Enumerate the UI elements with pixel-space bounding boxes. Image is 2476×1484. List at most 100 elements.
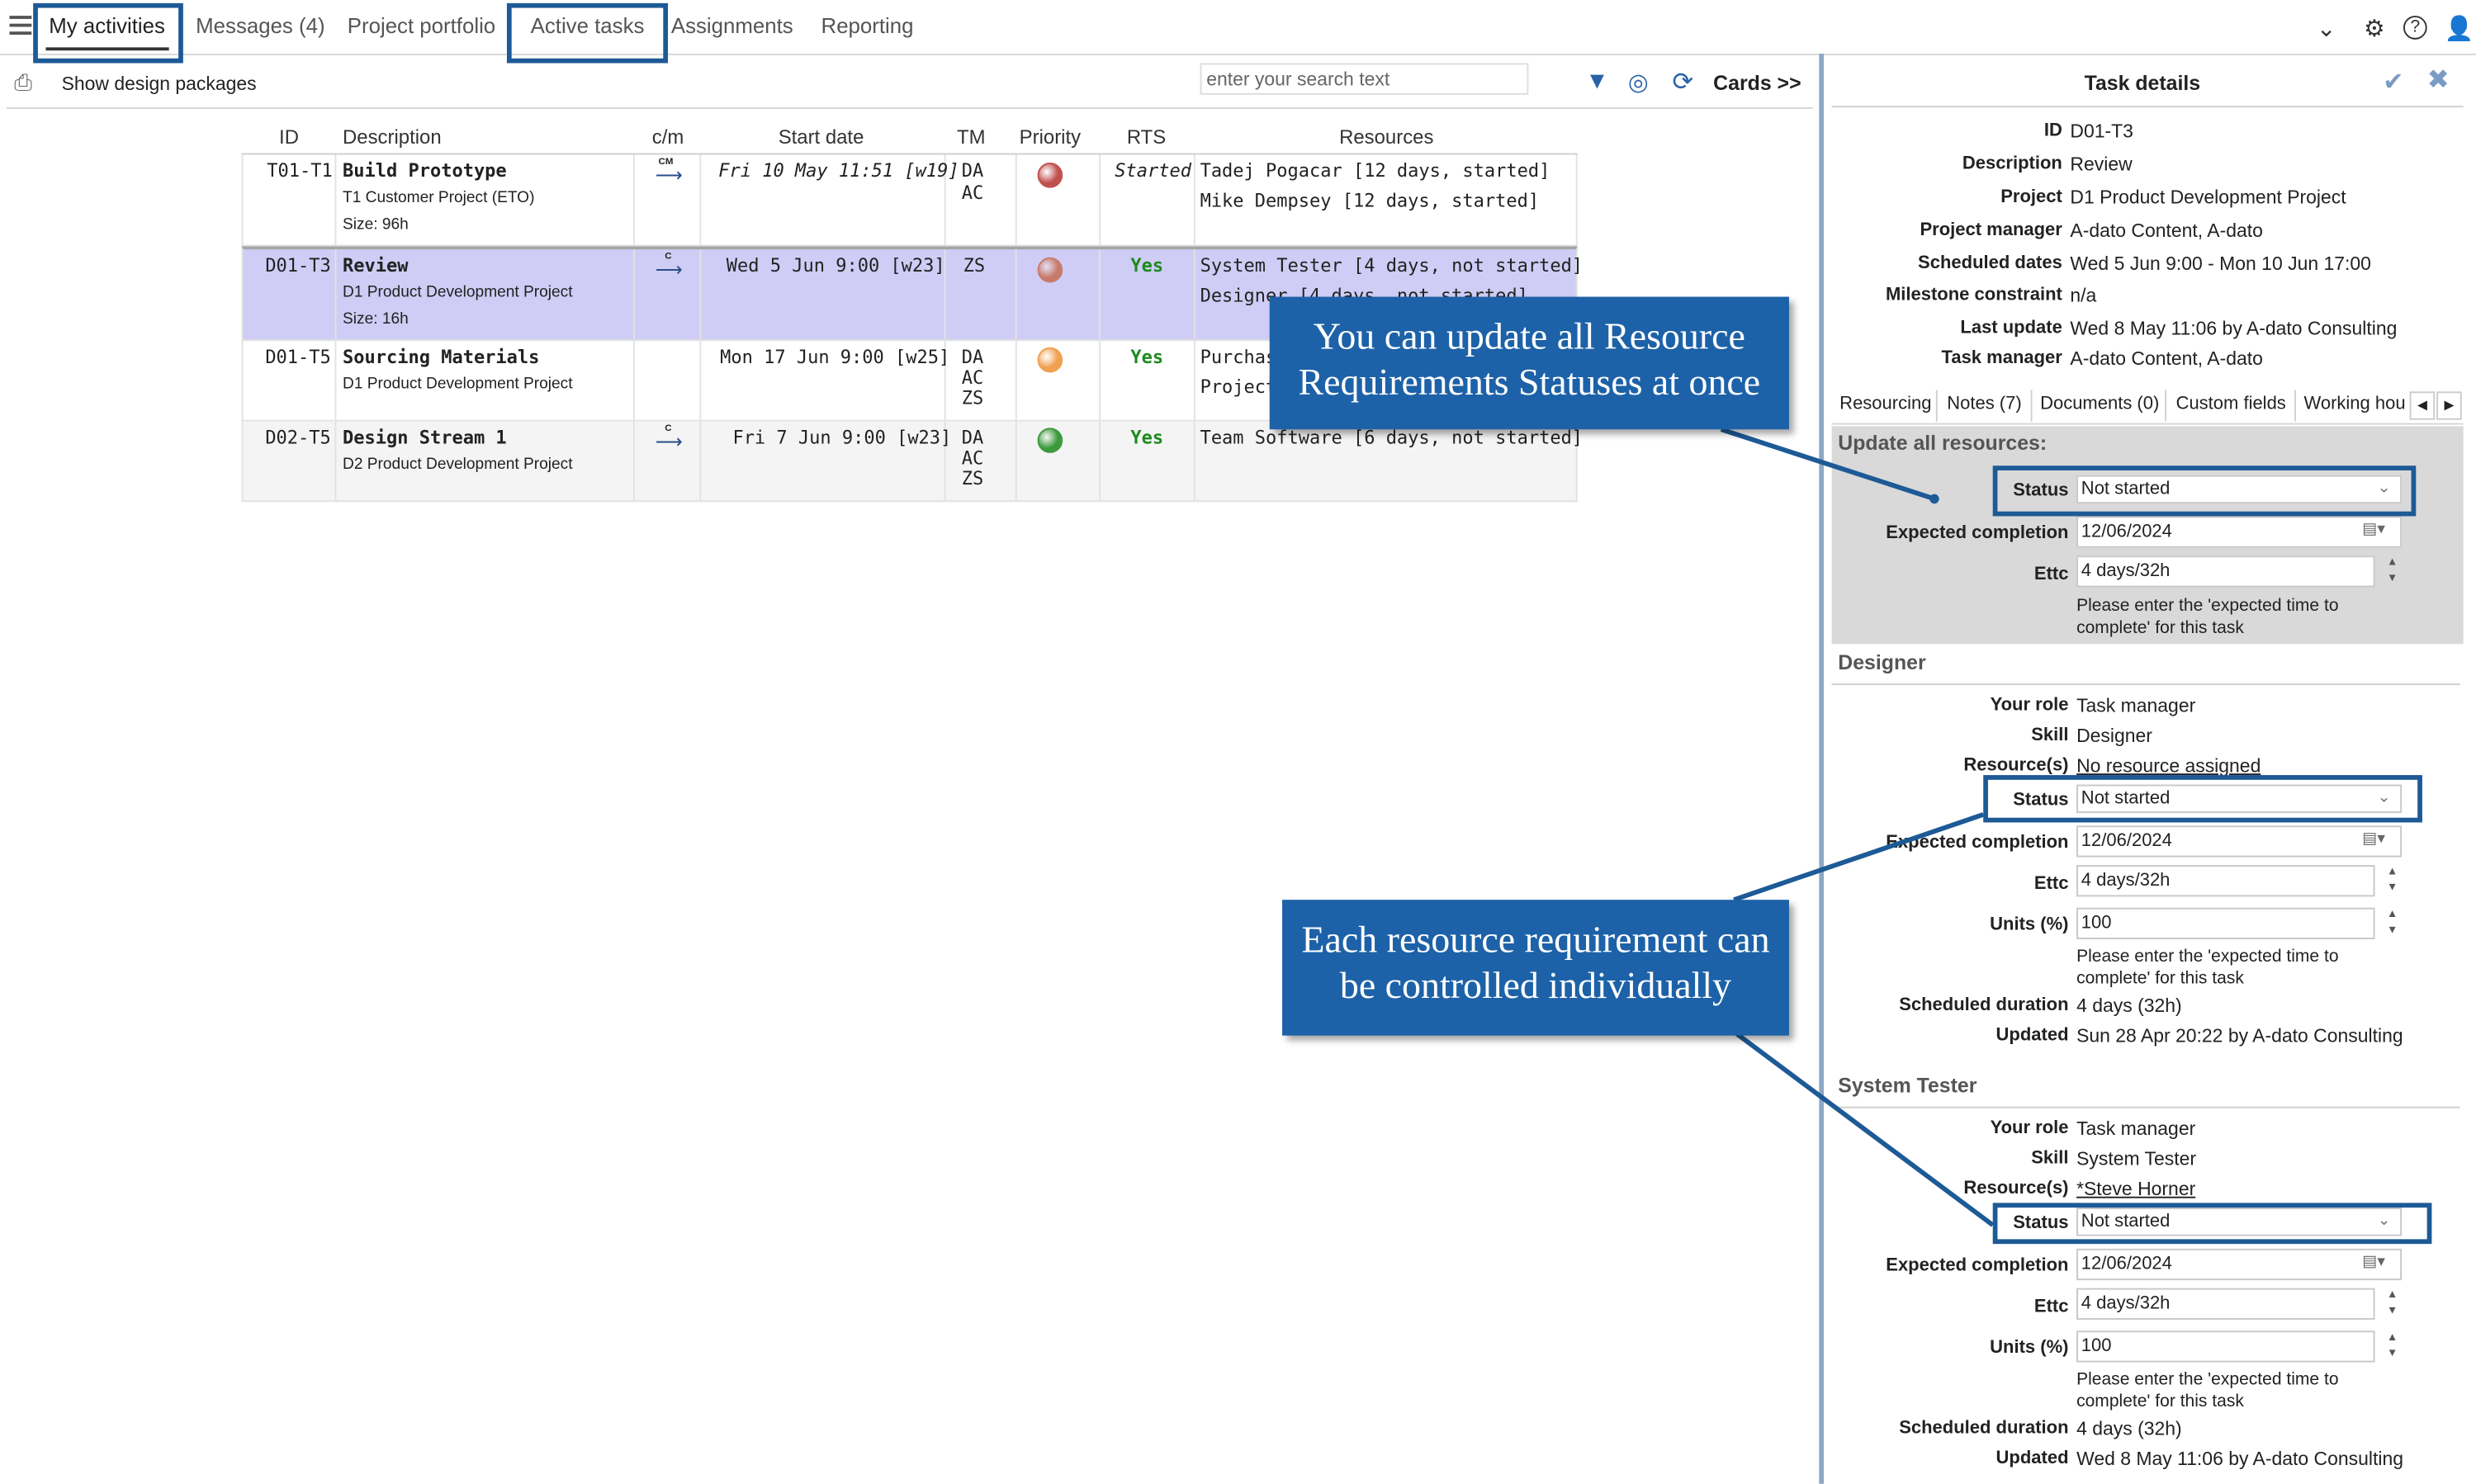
update-all-heading: Update all resources: bbox=[1838, 431, 2048, 455]
row-id: D01-T3 bbox=[265, 253, 331, 276]
print-icon[interactable]: ⎙ bbox=[14, 69, 31, 97]
resources-link[interactable]: No resource assigned bbox=[2076, 754, 2261, 777]
row-resource: Mike Dempsey [12 days, started] bbox=[1200, 189, 1540, 212]
toolbar-separator bbox=[6, 107, 1813, 109]
tester-ettc-input[interactable]: 4 days/32h bbox=[2076, 1288, 2375, 1320]
duration-label: Scheduled duration bbox=[1899, 995, 2069, 1015]
tab-messages[interactable]: Messages (4) bbox=[196, 14, 324, 38]
tab-reporting[interactable]: Reporting bbox=[821, 14, 914, 38]
table-row[interactable]: D02-T5 Design Stream 1 D2 Product Develo… bbox=[241, 421, 1583, 503]
tab-documents[interactable]: Documents (0) bbox=[2040, 395, 2159, 414]
column-header-resources[interactable]: Resources bbox=[1195, 126, 1578, 149]
row-rts: Yes bbox=[1130, 345, 1164, 368]
chevron-down-icon[interactable]: ⌄ bbox=[2317, 14, 2336, 43]
designer-units-input[interactable]: 100 bbox=[2076, 907, 2375, 939]
row-project: D2 Product Development Project bbox=[343, 456, 573, 474]
column-header-start-date[interactable]: Start date bbox=[699, 126, 943, 149]
row-rts: Yes bbox=[1130, 426, 1164, 449]
field-value: A-dato Content, A-dato bbox=[2070, 347, 2263, 370]
priority-dot bbox=[1037, 347, 1063, 373]
updated-value: Wed 8 May 11:06 by A-dato Consulting bbox=[2076, 1447, 2404, 1470]
gear-icon[interactable]: ⚙ bbox=[2364, 14, 2385, 43]
cards-button[interactable]: Cards >> bbox=[1713, 71, 1801, 95]
stepper-icon[interactable]: ▲ ▼ bbox=[2381, 865, 2403, 896]
row-start-date: Mon 17 Jun 9:00 [w25] bbox=[720, 345, 950, 368]
column-header-cm[interactable]: c/m bbox=[637, 126, 700, 149]
row-size: Size: 96h bbox=[343, 216, 409, 234]
update-all-ettc-input[interactable]: 4 days/32h bbox=[2076, 555, 2375, 588]
designer-ettc-input[interactable]: 4 days/32h bbox=[2076, 865, 2375, 897]
row-title[interactable]: Build Prototype bbox=[343, 159, 507, 182]
panel-title: Task details bbox=[2084, 71, 2201, 95]
stepper-icon[interactable]: ▲ ▼ bbox=[2381, 908, 2403, 939]
show-design-packages-toggle[interactable]: Show design packages bbox=[62, 73, 257, 95]
tab-resourcing[interactable]: Resourcing bbox=[1839, 395, 1931, 414]
field-value: D1 Product Development Project bbox=[2070, 186, 2346, 209]
row-project: T1 Customer Project (ETO) bbox=[343, 189, 535, 207]
stepper-icon[interactable]: ▲ ▼ bbox=[2381, 555, 2403, 587]
highlight-my-activities bbox=[33, 2, 183, 64]
tab-custom-fields[interactable]: Custom fields bbox=[2176, 395, 2286, 414]
tester-expected-completion[interactable]: 12/06/2024 bbox=[2076, 1248, 2403, 1281]
designer-heading: Designer bbox=[1838, 650, 1926, 674]
column-header-priority[interactable]: Priority bbox=[1014, 126, 1087, 149]
field-label: Project manager bbox=[1920, 220, 2062, 240]
menu-icon[interactable] bbox=[9, 16, 32, 35]
target-icon[interactable]: ◎ bbox=[1628, 68, 1649, 97]
help-icon[interactable]: ? bbox=[2403, 16, 2427, 40]
calendar-icon[interactable]: ▤▾ bbox=[2362, 1254, 2385, 1271]
tester-units-input[interactable]: 100 bbox=[2076, 1330, 2375, 1363]
update-all-expected-completion[interactable]: 12/06/2024 bbox=[2076, 516, 2403, 548]
row-resource: Tadej Pogacar [12 days, started] bbox=[1200, 159, 1550, 182]
tab-assignments[interactable]: Assignments bbox=[671, 14, 793, 38]
close-icon[interactable]: ✖ bbox=[2427, 64, 2450, 96]
skill-label: Skill bbox=[2031, 1149, 2069, 1169]
column-header-description[interactable]: Description bbox=[343, 126, 442, 149]
ettc-label: Ettc bbox=[2033, 874, 2069, 894]
search-input[interactable] bbox=[1200, 63, 1529, 95]
column-header-tm[interactable]: TM bbox=[943, 126, 1000, 149]
tab-scroll-left-icon[interactable]: ◀ bbox=[2409, 391, 2436, 420]
row-tm: AC bbox=[961, 181, 984, 204]
stepper-icon[interactable]: ▲ ▼ bbox=[2381, 1288, 2403, 1320]
user-icon[interactable]: 👤 bbox=[2445, 14, 2474, 43]
arrow-right-icon: ⟶ bbox=[655, 258, 683, 281]
check-icon[interactable]: ✔ bbox=[2383, 66, 2404, 97]
resources-label: Resource(s) bbox=[1963, 1179, 2069, 1198]
resources-link[interactable]: *Steve Horner bbox=[2076, 1178, 2195, 1200]
tab-scroll-right-icon[interactable]: ▶ bbox=[2436, 391, 2462, 420]
field-label: Project bbox=[2000, 187, 2062, 207]
row-title[interactable]: Review bbox=[343, 254, 408, 276]
row-resource: Team Software [6 days, not started] bbox=[1200, 426, 1584, 449]
row-resource: System Tester [4 days, not started] bbox=[1200, 253, 1584, 276]
stepper-icon[interactable]: ▲ ▼ bbox=[2381, 1330, 2403, 1362]
calendar-icon[interactable]: ▤▾ bbox=[2362, 830, 2385, 848]
ettc-hint: Please enter the 'expected time to compl… bbox=[2076, 1370, 2339, 1411]
panel-splitter[interactable] bbox=[1819, 54, 1825, 1484]
filter-icon[interactable]: ▼ bbox=[1585, 68, 1608, 95]
field-value: Wed 5 Jun 9:00 - Mon 10 Jun 17:00 bbox=[2070, 253, 2371, 275]
row-id: D02-T5 bbox=[265, 426, 331, 449]
duration-value: 4 days (32h) bbox=[2076, 1417, 2182, 1440]
refresh-icon[interactable]: ⟳ bbox=[1672, 66, 1693, 97]
row-id: T01-T1 bbox=[267, 159, 333, 182]
field-label: Milestone constraint bbox=[1885, 286, 2062, 305]
calendar-icon[interactable]: ▤▾ bbox=[2362, 521, 2385, 538]
row-tm: ZS bbox=[961, 467, 984, 489]
arrow-right-icon: ⟶ bbox=[655, 163, 683, 187]
row-title[interactable]: Design Stream 1 bbox=[343, 426, 507, 448]
ettc-hint: Please enter the 'expected time to compl… bbox=[2076, 596, 2339, 638]
skill-value: Designer bbox=[2076, 724, 2152, 747]
row-tm: DA bbox=[961, 426, 984, 449]
row-size: Size: 16h bbox=[343, 310, 409, 328]
column-header-rts[interactable]: RTS bbox=[1101, 126, 1192, 149]
priority-dot bbox=[1037, 428, 1063, 453]
table-row[interactable]: T01-T1 Build Prototype T1 Customer Proje… bbox=[241, 154, 1578, 247]
highlight-update-all-status bbox=[1992, 466, 2417, 517]
tab-project-portfolio[interactable]: Project portfolio bbox=[348, 14, 495, 38]
tab-notes[interactable]: Notes (7) bbox=[1947, 395, 2021, 414]
row-title[interactable]: Sourcing Materials bbox=[343, 346, 539, 368]
column-header-id[interactable]: ID bbox=[258, 126, 321, 149]
designer-expected-completion[interactable]: 12/06/2024 bbox=[2076, 825, 2403, 858]
tab-working-hours[interactable]: Working hou bbox=[2303, 395, 2407, 414]
